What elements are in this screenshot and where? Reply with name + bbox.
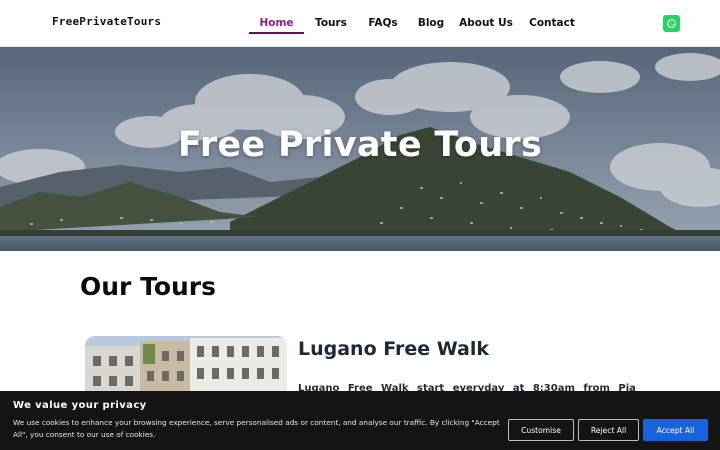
nav-item-blog[interactable]: Blog (408, 0, 454, 46)
main-nav: Home Tours FAQs Blog About Us Contact (249, 0, 586, 46)
nav-item-faqs[interactable]: FAQs (358, 0, 408, 46)
hero-banner: Free Private Tours (0, 47, 720, 251)
tour-image[interactable] (85, 336, 287, 396)
nav-item-contact[interactable]: Contact (518, 0, 586, 46)
tour-title[interactable]: Lugano Free Walk (298, 338, 489, 360)
cookie-banner: We value your privacy We use cookies to … (0, 391, 720, 450)
tour-building-image (85, 336, 287, 396)
reject-all-button[interactable]: Reject All (578, 419, 639, 441)
nav-item-home[interactable]: Home (249, 0, 304, 46)
whatsapp-button[interactable] (663, 15, 680, 32)
hero-title: Free Private Tours (177, 125, 543, 165)
whatsapp-icon (667, 19, 676, 28)
site-header: FreePrivateTours Home Tours FAQs Blog Ab… (0, 0, 720, 47)
nav-item-tours[interactable]: Tours (304, 0, 358, 46)
cookie-title: We value your privacy (13, 400, 147, 411)
nav-item-about-us[interactable]: About Us (454, 0, 518, 46)
cookie-text: We use cookies to enhance your browsing … (13, 418, 500, 439)
site-logo[interactable]: FreePrivateTours (52, 15, 161, 28)
accept-all-button[interactable]: Accept All (643, 419, 708, 441)
section-title: Our Tours (80, 272, 216, 301)
customise-button[interactable]: Customise (508, 419, 574, 441)
